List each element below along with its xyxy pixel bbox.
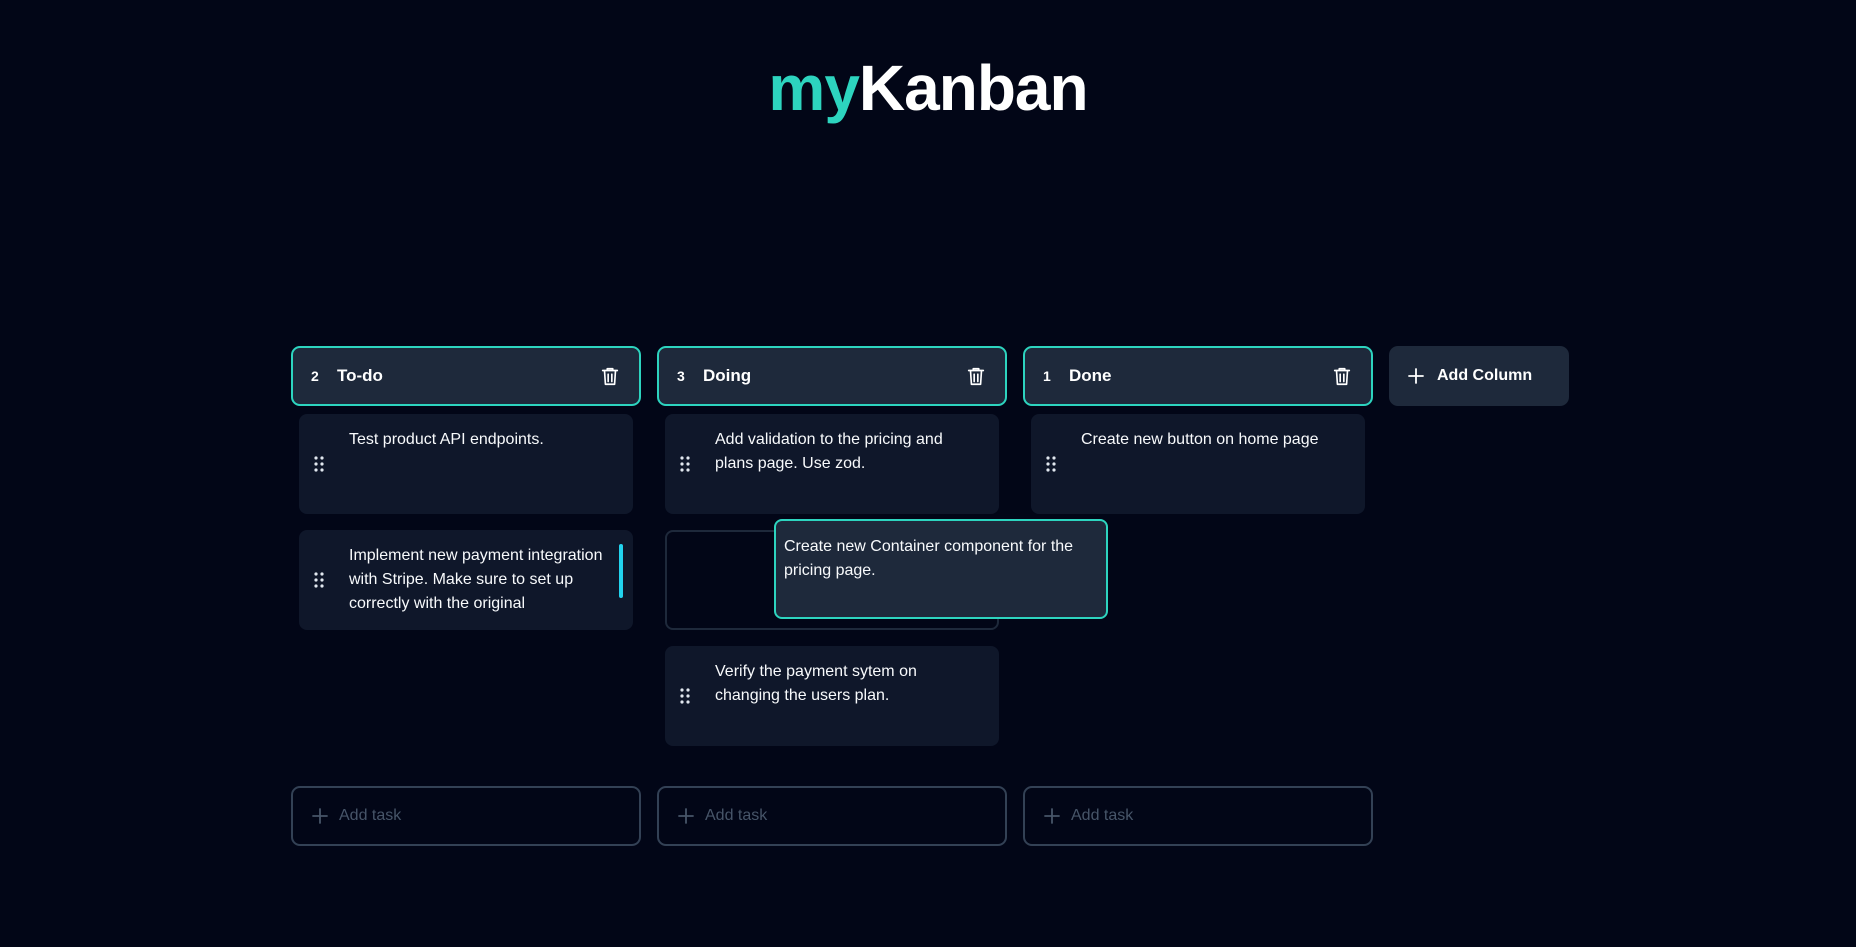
column-task-count: 3 — [677, 368, 685, 384]
grip-icon[interactable] — [313, 456, 325, 472]
grip-icon[interactable] — [679, 456, 691, 472]
column-title[interactable]: To-do — [337, 366, 599, 386]
task-text: Create new Container component for the p… — [784, 538, 1074, 579]
column-header-todo[interactable]: 2 To-do — [291, 346, 641, 406]
task-card[interactable]: Verify the payment sytem on changing the… — [665, 646, 999, 746]
column-header-doing[interactable]: 3 Doing — [657, 346, 1007, 406]
task-card[interactable]: Add validation to the pricing and plans … — [665, 414, 999, 514]
trash-icon[interactable] — [965, 364, 987, 388]
task-card[interactable]: Test product API endpoints. — [299, 414, 633, 514]
plus-icon — [677, 807, 695, 825]
logo-prefix: my — [768, 52, 859, 124]
add-column-label: Add Column — [1437, 367, 1533, 384]
grip-icon[interactable] — [1045, 456, 1057, 472]
task-text: Add validation to the pricing and plans … — [715, 431, 943, 472]
plus-icon — [1043, 807, 1061, 825]
task-text: Verify the payment sytem on changing the… — [715, 663, 917, 704]
column-task-count: 1 — [1043, 368, 1051, 384]
add-column-button[interactable]: Add Column — [1389, 346, 1569, 406]
grip-icon[interactable] — [313, 572, 325, 588]
add-task-label: Add task — [339, 807, 402, 824]
add-task-label: Add task — [705, 807, 768, 824]
task-text: Implement new payment integration with S… — [349, 547, 603, 612]
dragging-task-card[interactable]: Create new Container component for the p… — [774, 519, 1108, 619]
column-title[interactable]: Done — [1069, 366, 1331, 386]
logo-suffix: Kanban — [858, 52, 1089, 124]
task-text: Test product API endpoints. — [349, 431, 544, 448]
task-scrollbar[interactable] — [619, 544, 623, 598]
column-task-count: 2 — [311, 368, 319, 384]
task-text: Create new button on home page — [1081, 431, 1319, 448]
plus-icon — [311, 807, 329, 825]
plus-icon — [1407, 367, 1425, 385]
trash-icon[interactable] — [599, 364, 621, 388]
column-title[interactable]: Doing — [703, 366, 965, 386]
add-task-button-doing[interactable]: Add task — [657, 786, 1007, 846]
trash-icon[interactable] — [1331, 364, 1353, 388]
add-task-button-todo[interactable]: Add task — [291, 786, 641, 846]
task-card[interactable]: Implement new payment integration with S… — [299, 530, 633, 630]
task-card[interactable]: Create new button on home page — [1031, 414, 1365, 514]
grip-icon[interactable] — [679, 688, 691, 704]
column-header-done[interactable]: 1 Done — [1023, 346, 1373, 406]
add-task-button-done[interactable]: Add task — [1023, 786, 1373, 846]
add-task-label: Add task — [1071, 807, 1134, 824]
app-logo: myKanban — [0, 48, 1856, 128]
